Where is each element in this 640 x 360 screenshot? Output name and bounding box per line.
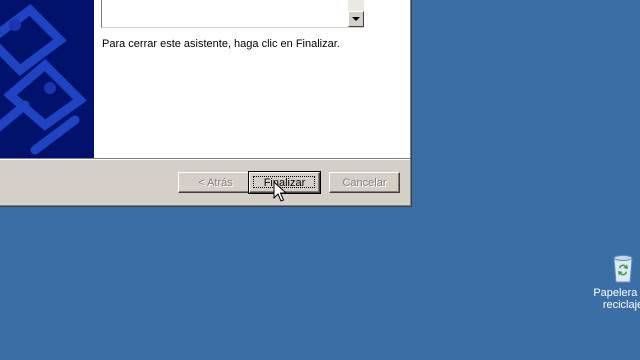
wizard-banner-image <box>0 0 94 158</box>
finish-instruction-text: Para cerrar este asistente, haga clic en… <box>102 38 340 50</box>
scroll-down-button[interactable] <box>348 11 364 27</box>
wizard-banner-graphic <box>0 4 87 155</box>
recycle-bin-label-line1: Papelera de <box>593 287 640 299</box>
setup-wizard-window: Para cerrar este asistente, haga clic en… <box>0 0 412 207</box>
arrow-down-icon <box>352 17 360 21</box>
recycle-bin-icon <box>613 255 633 283</box>
recycle-bin-label-line2: reciclaje <box>602 299 640 311</box>
details-textbox[interactable] <box>101 0 364 28</box>
back-button[interactable]: < Atrás <box>178 172 253 193</box>
wizard-content-pane: Para cerrar este asistente, haga clic en… <box>94 0 410 158</box>
desktop: Para cerrar este asistente, haga clic en… <box>0 0 640 360</box>
recycle-bin-desktop-icon[interactable]: Papelera de reciclaje <box>588 252 640 311</box>
button-area-divider <box>0 158 410 160</box>
vertical-scrollbar[interactable] <box>348 0 364 27</box>
mouse-pointer-icon <box>273 181 287 202</box>
cancel-button[interactable]: Cancelar <box>329 172 400 193</box>
